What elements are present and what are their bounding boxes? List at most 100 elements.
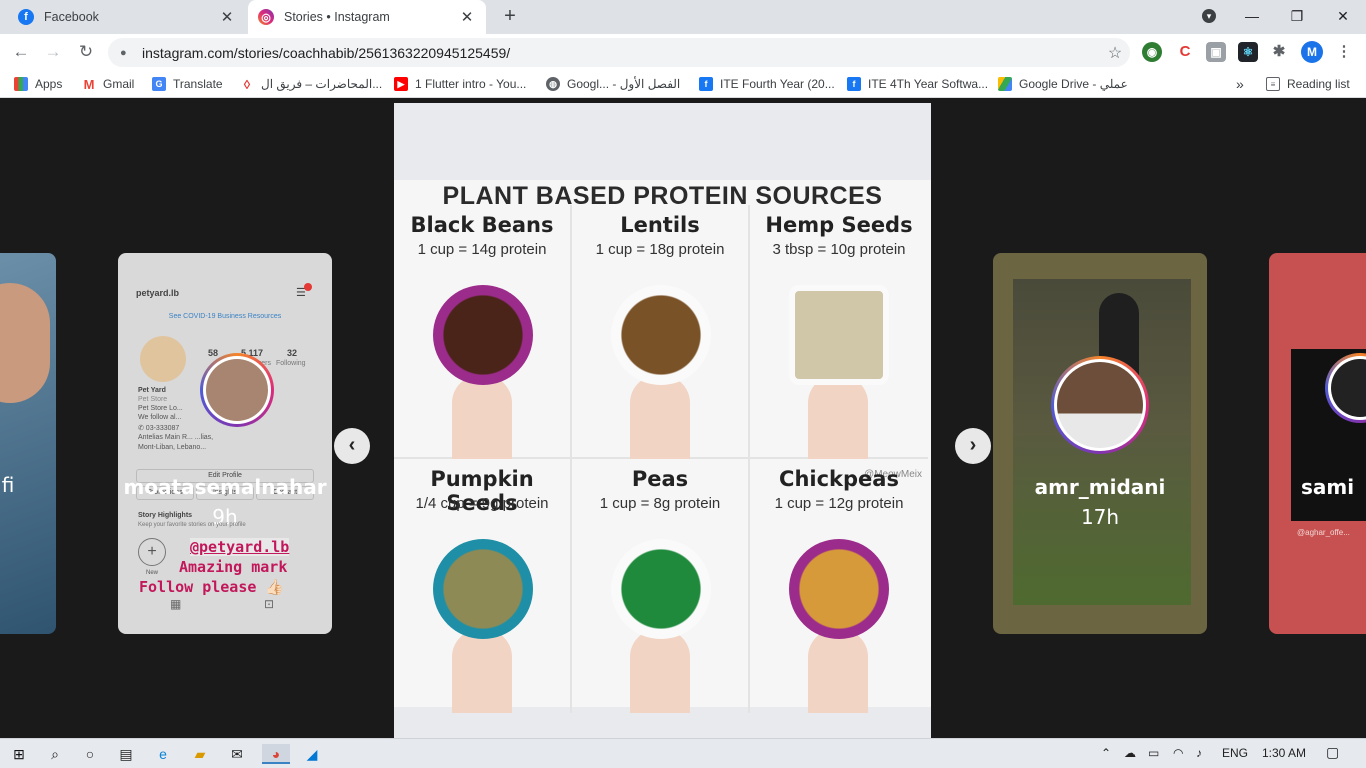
protein-name: Peas	[631, 467, 689, 491]
forward-button[interactable]: →	[40, 40, 66, 64]
gmail-icon: M	[82, 76, 96, 92]
new-tab-button[interactable]: +	[498, 5, 522, 29]
protein-cell-hemp-seeds: Hemp Seeds 3 tbsp = 10g protein @MeowMei…	[750, 205, 928, 480]
bookmark-translate[interactable]: G Translate	[152, 75, 223, 93]
url-text[interactable]: instagram.com/stories/coachhabib/2561363…	[142, 45, 1100, 61]
sticker-text: Amazing mark	[179, 558, 288, 576]
story-card-amr-midani[interactable]: amr_midani 17h	[993, 253, 1207, 634]
close-tab-icon[interactable]: ✕	[218, 8, 236, 26]
menu-kebab-icon[interactable]: ⋮	[1334, 42, 1354, 62]
hand-image	[808, 629, 868, 713]
profile-handle: petyard.lb	[136, 288, 180, 298]
grid-icon: ▦	[170, 597, 182, 611]
cortana-icon[interactable]: ○	[79, 744, 101, 764]
bookmark-ite-4th-software[interactable]: f ITE 4Th Year Softwa...	[847, 75, 988, 93]
tab-search-icon[interactable]: ▾	[1194, 4, 1224, 28]
mail-icon[interactable]: ✉	[226, 744, 248, 764]
notifications-icon[interactable]: ▢	[1326, 744, 1339, 761]
protein-name: Lentils	[620, 213, 700, 237]
facebook-icon: f	[699, 77, 713, 91]
youtube-icon: ▶	[394, 77, 408, 91]
story-card-far-right[interactable]: sami @aghar_offe...	[1269, 253, 1366, 634]
language-indicator[interactable]: ENG	[1222, 746, 1248, 760]
wifi-icon[interactable]: ◠	[1173, 746, 1183, 760]
story-avatar-ring	[200, 353, 274, 427]
bookmark-ite-fourth[interactable]: f ITE Fourth Year (20...	[699, 75, 835, 93]
story-avatar	[206, 359, 268, 421]
translate-icon: G	[152, 77, 166, 91]
search-icon[interactable]: ⌕	[44, 744, 66, 764]
protein-poster: PLANT BASED PROTEIN SOURCES Black Beans …	[394, 180, 931, 713]
bookmark-flutter[interactable]: ▶ 1 Flutter intro - You...	[394, 75, 526, 93]
battery-icon[interactable]: ▭	[1148, 746, 1159, 760]
bookmark-star-icon[interactable]: ☆	[1100, 43, 1130, 63]
following-count: 32	[287, 348, 298, 358]
story-card-far-left[interactable]: fi	[0, 253, 56, 634]
c-extension-icon[interactable]: C	[1175, 42, 1195, 62]
restore-button[interactable]: ❐	[1282, 4, 1312, 28]
bookmark-google-drive[interactable]: Google Drive - عملي	[998, 75, 1128, 93]
profile-avatar[interactable]: M	[1301, 41, 1323, 63]
clock[interactable]: 1:30 AM	[1262, 746, 1306, 760]
bookmarks-bar: Apps M Gmail G Translate ◊ المحاضرات – فريق…	[0, 70, 1366, 98]
previous-story-button[interactable]: ‹	[334, 428, 370, 464]
protein-amount: 1 cup = 8g protein	[599, 495, 721, 512]
bookmark-label: المحاضرات – فريق ال...	[261, 77, 383, 91]
profile-bio-line: Mont-Liban, Lebano...	[138, 444, 207, 451]
edge-icon[interactable]: e	[152, 744, 174, 764]
bookmark-gmail[interactable]: M Gmail	[82, 75, 134, 93]
reading-list-icon: ≡	[1266, 77, 1280, 91]
bookmark-apps[interactable]: Apps	[14, 75, 62, 93]
profile-bio-line: We follow al...	[138, 414, 182, 421]
task-view-icon[interactable]: ▤	[115, 744, 137, 764]
protein-amount: 1/4 cup = 9g protein	[415, 495, 549, 512]
bookmark-label: Googl... - الفصل الأول	[567, 77, 681, 91]
story-highlights-subtitle: Keep your favorite stories on your profi…	[138, 522, 246, 528]
story-time: 17h	[1080, 505, 1120, 529]
lock-icon[interactable]: ●	[120, 47, 134, 59]
sticker-text: Follow please 👍🏻	[139, 578, 285, 596]
next-story-button[interactable]: ›	[955, 428, 991, 464]
volume-icon[interactable]: ♪	[1196, 746, 1202, 760]
close-tab-icon[interactable]: ✕	[458, 8, 476, 26]
bookmarks-overflow-button[interactable]: »	[1236, 75, 1244, 93]
plus-icon: +	[138, 538, 166, 566]
profile-extension-icon[interactable]: ▣	[1206, 42, 1226, 62]
puzzle-icon[interactable]: ✱	[1269, 42, 1289, 62]
profile-name: Pet Yard	[138, 387, 166, 394]
tab-facebook[interactable]: f Facebook ✕	[8, 0, 246, 34]
back-button[interactable]: ←	[8, 40, 34, 64]
story-highlights-title: Story Highlights	[138, 512, 193, 519]
story-avatar	[1331, 359, 1366, 417]
tab-instagram[interactable]: ◎ Stories • Instagram ✕	[248, 0, 486, 34]
story-card-moatasemalnahar[interactable]: petyard.lb ☰ See COVID-19 Business Resou…	[118, 253, 332, 634]
story-username: moatasemalnahar	[123, 475, 327, 499]
bookmark-lectures[interactable]: ◊ المحاضرات – فريق ال...	[240, 75, 382, 93]
bookmark-label: Translate	[173, 77, 223, 91]
file-explorer-icon[interactable]: ▰	[189, 744, 211, 764]
protein-grid: Black Beans 1 cup = 14g protein Lentils …	[394, 205, 931, 713]
story-preview-face	[0, 283, 50, 403]
chevron-up-icon[interactable]: ⌃	[1101, 746, 1111, 760]
react-devtools-icon[interactable]: ⚛	[1238, 42, 1258, 62]
windows-start-icon[interactable]: ⊞	[8, 744, 30, 764]
reading-list-button[interactable]: ≡ Reading list	[1266, 75, 1350, 93]
covid-resources-link: See COVID-19 Business Resources	[168, 313, 282, 320]
bookmark-google-semester[interactable]: ◍ Googl... - الفصل الأول	[546, 75, 680, 93]
main-story[interactable]: PLANT BASED PROTEIN SOURCES Black Beans …	[394, 103, 931, 738]
reload-button[interactable]: ↻	[73, 40, 99, 64]
posts-count: 58	[208, 348, 219, 358]
globe-extension-icon[interactable]: ◉	[1142, 42, 1162, 62]
apps-grid-icon	[14, 77, 28, 91]
chrome-icon[interactable]: ◕	[262, 744, 290, 764]
minimize-button[interactable]: —	[1237, 4, 1267, 28]
lentils-bowl-image	[611, 285, 711, 385]
globe-icon: ◍	[546, 77, 560, 91]
protein-amount: 1 cup = 14g protein	[417, 241, 547, 258]
close-window-button[interactable]: ✕	[1328, 4, 1358, 28]
petyard-avatar	[140, 336, 186, 382]
protein-cell-pumpkin-seeds: Pumpkin Seeds 1/4 cup = 9g protein	[394, 459, 572, 713]
vscode-icon[interactable]: ◢	[301, 744, 323, 764]
onedrive-icon[interactable]: ☁	[1124, 746, 1136, 760]
address-bar[interactable]: ● instagram.com/stories/coachhabib/25613…	[108, 38, 1130, 67]
